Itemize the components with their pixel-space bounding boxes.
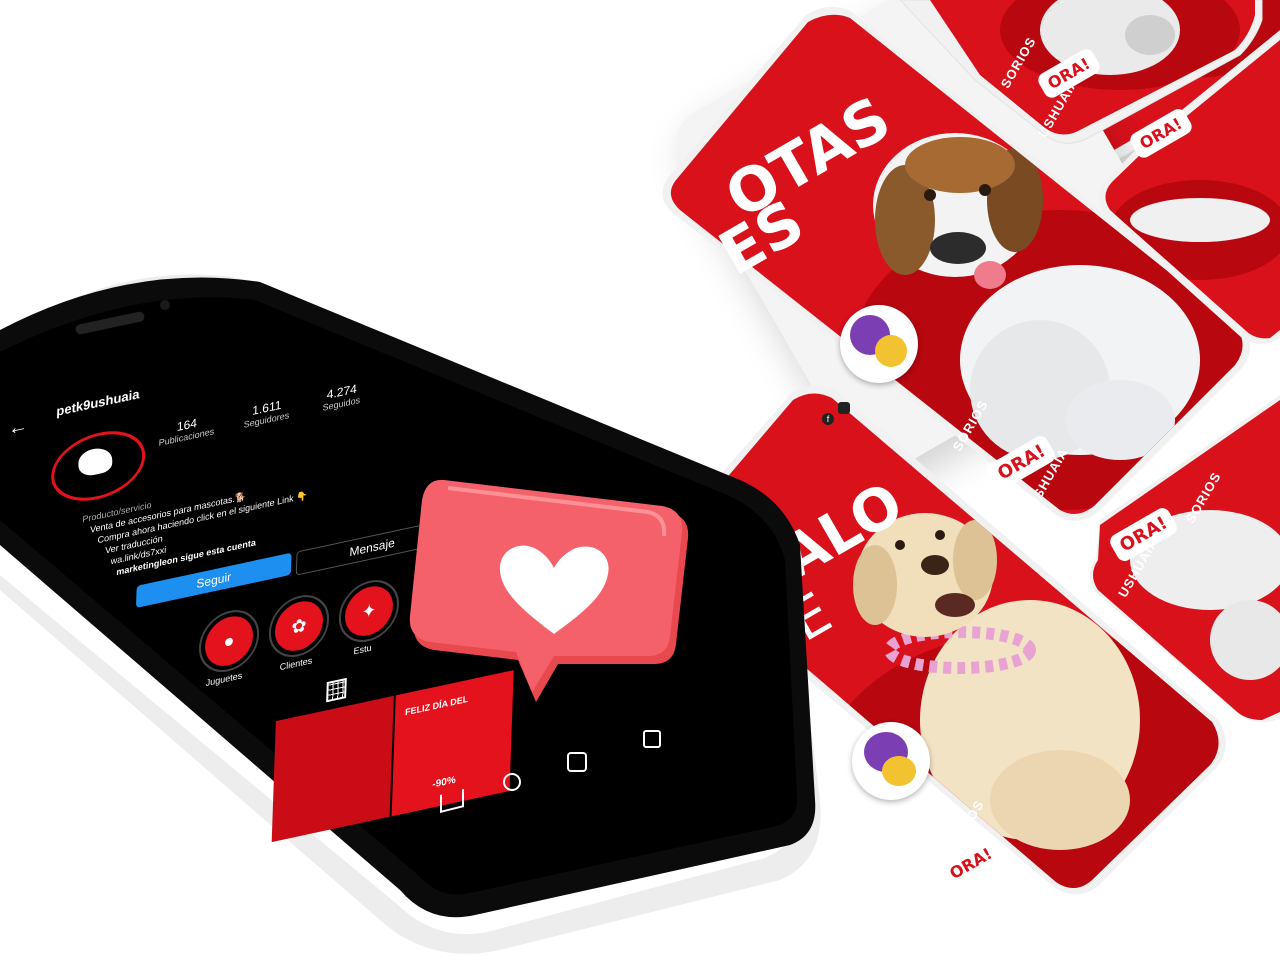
stat-following[interactable]: 4.274 Seguidos	[301, 376, 382, 417]
profile-username: petk9ushuaia	[56, 386, 140, 419]
grid-tab-icon[interactable]	[326, 677, 347, 703]
post-discount: -90%	[432, 774, 456, 791]
shop-icon[interactable]	[643, 730, 661, 748]
like-notification	[409, 479, 689, 702]
stat-followers[interactable]: 1.611 Seguidores	[226, 392, 307, 433]
highlight-clientes-label: Clientes	[279, 655, 313, 673]
highlight-juguetes[interactable]: ●	[198, 604, 261, 678]
dog-logo-icon	[77, 444, 113, 479]
stat-posts[interactable]: 164 Publicaciones	[146, 409, 227, 450]
profile-avatar[interactable]	[50, 422, 147, 510]
search-icon[interactable]	[503, 773, 521, 791]
highlight-estu[interactable]: ✦	[337, 574, 400, 648]
ball-icon: ●	[204, 611, 254, 671]
back-arrow-icon[interactable]: ←	[8, 414, 29, 441]
highlight-juguetes-label: Juguetes	[205, 670, 243, 689]
dog-icon: ✿	[274, 596, 324, 656]
highlight-estu-label: Estu	[353, 642, 372, 657]
reels-icon[interactable]	[567, 752, 587, 772]
tool-icon: ✦	[344, 581, 394, 641]
highlight-clientes[interactable]: ✿	[267, 589, 331, 663]
